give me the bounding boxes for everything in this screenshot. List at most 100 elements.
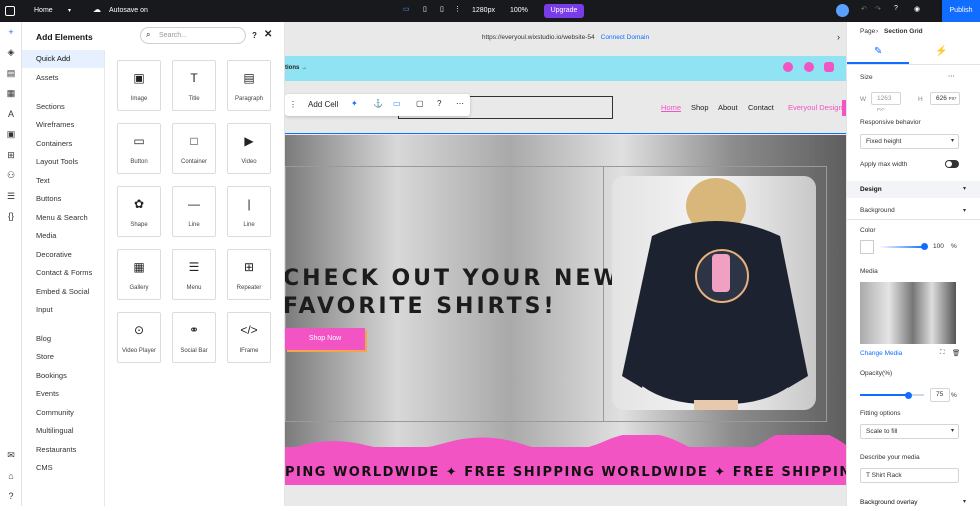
tile-title[interactable]: T Title <box>172 60 216 111</box>
tile-menu[interactable]: ☰ Menu <box>172 249 216 300</box>
category-text[interactable]: Text <box>22 172 104 190</box>
category-assets[interactable]: Assets <box>22 69 104 87</box>
height-field[interactable]: 626 PX* <box>930 92 960 105</box>
color-opacity-knob[interactable] <box>921 243 928 250</box>
category-blog[interactable]: Blog <box>22 330 104 348</box>
color-swatch[interactable] <box>860 240 874 254</box>
layers-icon[interactable]: ◈ <box>6 47 16 57</box>
nav-contact[interactable]: Contact <box>748 103 774 112</box>
category-layout-tools[interactable]: Layout Tools <box>22 153 104 171</box>
chevron-down-icon[interactable]: ▾ <box>963 498 966 505</box>
background-overlay-header[interactable]: Background overlay <box>847 494 980 511</box>
tile-repeater[interactable]: ⊞ Repeater <box>227 249 271 300</box>
nav-shop[interactable]: Shop <box>691 103 709 112</box>
interactions-tab-bolt-icon[interactable]: ⚡ <box>935 46 947 57</box>
more-actions-icon[interactable]: ⋯ <box>456 99 464 108</box>
learn-icon[interactable]: ⌂ <box>6 471 16 481</box>
mobile-breakpoint-icon[interactable]: ▯ <box>440 5 444 13</box>
fitting-select[interactable]: Scale to fill <box>860 424 959 439</box>
apps-icon[interactable]: ⊞ <box>6 150 16 160</box>
help-icon[interactable]: ? <box>252 31 257 40</box>
nav-everyoul-design[interactable]: Everyoul Design <box>788 103 843 112</box>
comment-icon[interactable]: ▢ <box>416 99 424 108</box>
tile-social-bar[interactable]: ⚭ Social Bar <box>172 312 216 363</box>
category-sections[interactable]: Sections <box>22 98 104 116</box>
redo-icon[interactable]: ↷ <box>875 5 881 13</box>
category-input[interactable]: Input <box>22 301 104 319</box>
more-breakpoints-icon[interactable]: ⋮ <box>454 5 461 13</box>
chevron-down-icon[interactable]: ▾ <box>963 185 966 192</box>
chevron-down-icon[interactable]: ▾ <box>68 7 71 14</box>
help-icon[interactable]: ? <box>437 99 441 108</box>
category-containers[interactable]: Containers <box>22 135 104 153</box>
tablet-breakpoint-icon[interactable]: ▯ <box>423 5 427 13</box>
connect-domain-link[interactable]: Connect Domain <box>601 34 649 41</box>
site-styles-icon[interactable]: ▦ <box>6 88 16 98</box>
describe-media-field[interactable]: T Shirt Rack <box>860 468 959 483</box>
color-opacity-slider[interactable] <box>879 246 925 248</box>
resolution-selector[interactable]: 1280px <box>472 7 495 14</box>
business-icon[interactable]: ⚇ <box>6 170 16 180</box>
tile-shape[interactable]: ✿ Shape <box>117 186 161 237</box>
instagram-icon[interactable] <box>824 62 834 72</box>
responsive-select[interactable]: Fixed height <box>860 134 959 149</box>
add-cell-button[interactable]: Add Cell <box>308 100 338 109</box>
hero-product-image[interactable] <box>612 176 816 410</box>
category-embed-social[interactable]: Embed & Social <box>22 283 104 301</box>
category-cms[interactable]: CMS <box>22 459 104 477</box>
editor-canvas[interactable]: https://everyoul.wixstudio.io/website-54… <box>285 22 846 506</box>
search-input[interactable]: Search... <box>140 27 246 44</box>
media-thumbnail[interactable] <box>860 282 956 344</box>
dock-icon[interactable]: ⚓ <box>373 99 383 108</box>
tile-line-horizontal[interactable]: — Line <box>172 186 216 237</box>
crop-icon[interactable]: ⛶ <box>940 349 945 357</box>
close-icon[interactable]: ✕ <box>264 29 272 40</box>
category-contact-forms[interactable]: Contact & Forms <box>22 264 104 282</box>
tile-paragraph[interactable]: ▤ Paragraph <box>227 60 271 111</box>
tile-video[interactable]: ▶ Video <box>227 123 271 174</box>
avatar[interactable] <box>836 4 849 17</box>
zoom-selector[interactable]: 100% <box>510 7 528 14</box>
category-decorative[interactable]: Decorative <box>22 246 104 264</box>
code-icon[interactable]: {} <box>6 211 16 221</box>
breakpoint-icon[interactable]: ▭ <box>393 99 401 108</box>
opacity-knob[interactable] <box>905 392 912 399</box>
category-media[interactable]: Media <box>22 227 104 245</box>
chevron-down-icon[interactable]: ▾ <box>963 207 966 214</box>
publish-button[interactable]: Publish <box>942 0 980 22</box>
shop-now-button[interactable]: Shop Now <box>285 328 365 350</box>
chevron-right-icon[interactable]: › <box>837 32 840 42</box>
desktop-breakpoint-icon[interactable]: ▭ <box>403 5 410 13</box>
help-icon[interactable]: ? <box>894 5 898 12</box>
wix-logo-icon[interactable] <box>5 6 15 16</box>
tile-iframe[interactable]: </> IFrame <box>227 312 271 363</box>
preview-eye-icon[interactable]: ◉ <box>914 5 920 13</box>
promo-text[interactable]: tions → <box>285 65 307 71</box>
pinterest-icon[interactable] <box>804 62 814 72</box>
pages-icon[interactable]: ▤ <box>6 68 16 78</box>
tile-container[interactable]: □ Container <box>172 123 216 174</box>
color-opacity-value[interactable]: 100 <box>933 243 944 250</box>
more-options-icon[interactable]: ⋯ <box>948 72 955 80</box>
category-restaurants[interactable]: Restaurants <box>22 441 104 459</box>
nav-home[interactable]: Home <box>661 103 681 112</box>
tile-button[interactable]: ▭ Button <box>117 123 161 174</box>
ai-sparkle-icon[interactable]: ✦ <box>351 99 358 108</box>
tile-gallery[interactable]: ▦ Gallery <box>117 249 161 300</box>
tile-image[interactable]: ▣ Image <box>117 60 161 111</box>
width-field[interactable]: 1263 PX* <box>871 92 901 112</box>
chat-icon[interactable]: ✉ <box>6 450 16 460</box>
breadcrumb-page[interactable]: Page <box>860 28 875 35</box>
tile-video-player[interactable]: ⊙ Video Player <box>117 312 161 363</box>
opacity-slider-filled[interactable] <box>860 394 908 396</box>
opacity-field[interactable]: 75 <box>930 388 950 402</box>
more-icon[interactable]: ⋮ <box>289 100 297 109</box>
category-quick-add[interactable]: Quick Add <box>22 50 104 68</box>
help-center-icon[interactable]: ? <box>6 491 16 501</box>
category-wireframes[interactable]: Wireframes <box>22 116 104 134</box>
category-menu-search[interactable]: Menu & Search <box>22 209 104 227</box>
nav-about[interactable]: About <box>718 103 738 112</box>
cms-icon[interactable]: ☰ <box>6 191 16 201</box>
page-selector[interactable]: Home <box>34 7 53 14</box>
trash-icon[interactable]: 🗑 <box>952 349 960 357</box>
